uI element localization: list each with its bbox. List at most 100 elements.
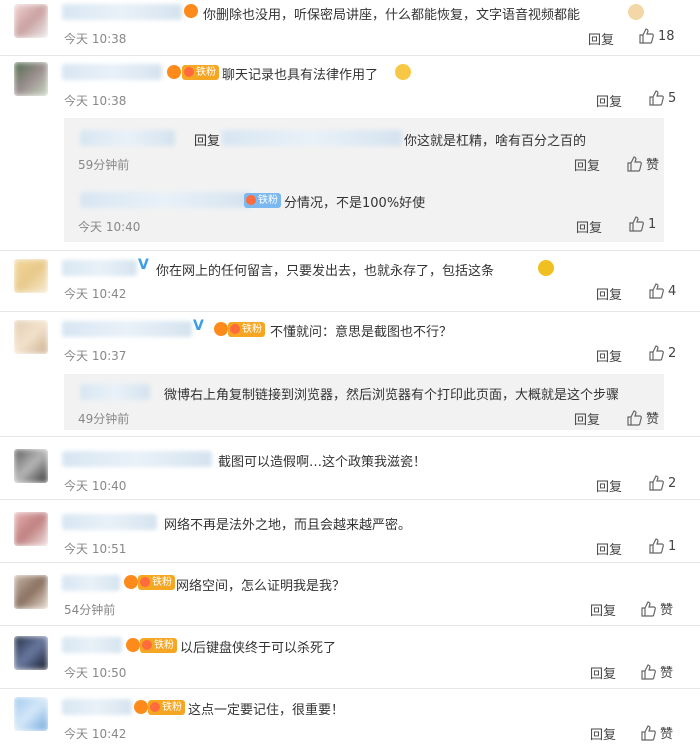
- smile-emoji-icon: [395, 64, 411, 80]
- reply-button[interactable]: 回复: [574, 409, 600, 428]
- comment-list: 你删除也没用，听保密局讲座，什么都能恢复，文字语音视频都能 今天 10:38 回…: [0, 0, 700, 755]
- username[interactable]: [62, 321, 192, 337]
- like-button[interactable]: 4: [648, 283, 676, 299]
- comment-time: 今天 10:37: [64, 349, 127, 363]
- comment-time: 今天 10:38: [64, 32, 127, 46]
- comment-text: 以后键盘侠终于可以杀死了: [180, 641, 337, 656]
- thumb-up-icon: [639, 28, 654, 44]
- like-button[interactable]: 赞: [640, 662, 673, 681]
- comment-time: 54分钟前: [64, 603, 116, 617]
- comment-time: 今天 10:42: [64, 287, 127, 301]
- reply-button[interactable]: 回复: [574, 155, 600, 174]
- comment-text: 你删除也没用，听保密局讲座，什么都能恢复，文字语音视频都能: [203, 8, 581, 23]
- hands-emoji-icon: [628, 4, 644, 20]
- username[interactable]: [62, 575, 120, 591]
- comment-item: V 你在网上的任何留言，只要发出去，也就永存了，包括这条 今天 10:42 回复…: [0, 251, 700, 312]
- like-label: 赞: [660, 603, 674, 618]
- reply-thread: 微博右上角复制链接到浏览器，然后浏览器有个打印此页面，大概就是这个步骤 49分钟…: [64, 374, 664, 430]
- reply-prefix: 回复: [194, 134, 221, 149]
- username[interactable]: [62, 451, 212, 467]
- username[interactable]: [62, 4, 182, 20]
- reply-time: 今天 10:40: [78, 220, 141, 234]
- reply-button[interactable]: 回复: [590, 600, 616, 619]
- thumb-up-icon: [649, 475, 664, 491]
- like-count: 2: [668, 475, 677, 491]
- comment-time: 今天 10:51: [64, 542, 127, 556]
- like-button[interactable]: 赞: [626, 408, 659, 427]
- comment-item: 铁粉 网络空间，怎么证明我是我？ 54分钟前 回复 赞: [0, 563, 700, 626]
- like-label: 赞: [660, 666, 674, 681]
- comment-time: 今天 10:40: [64, 479, 127, 493]
- like-count: 2: [668, 345, 677, 361]
- reply-button[interactable]: 回复: [576, 217, 602, 236]
- username[interactable]: [62, 64, 162, 80]
- avatar[interactable]: [14, 259, 48, 293]
- fan-badge: 铁粉: [138, 575, 175, 590]
- comment-text: 这点一定要记住，很重要！: [188, 703, 345, 718]
- comment-item: 网络不再是法外之地，而且会越来越严密。 今天 10:51 回复 1: [0, 500, 700, 563]
- reply-thread: 回复 你这就是杠精，啥有百分之百的 59分钟前 回复 赞 铁粉 分情况，不是10…: [64, 118, 664, 242]
- reply-text: 分情况，不是100%好使: [284, 196, 426, 211]
- reply-button[interactable]: 回复: [596, 539, 622, 558]
- like-count: 4: [668, 283, 677, 299]
- reply-username[interactable]: [80, 384, 150, 400]
- reply-time: 59分钟前: [78, 158, 130, 172]
- like-button[interactable]: 5: [648, 90, 676, 106]
- like-button[interactable]: 1: [648, 538, 676, 554]
- like-button[interactable]: 赞: [640, 599, 673, 618]
- crown-badge-icon: [124, 575, 138, 589]
- fan-badge: 铁粉: [228, 322, 265, 337]
- username[interactable]: [62, 637, 122, 653]
- thumb-up-icon: [629, 216, 644, 232]
- like-button[interactable]: 18: [638, 28, 675, 44]
- comment-item: 铁粉 这点一定要记住，很重要！ 今天 10:42 回复 赞: [0, 689, 700, 755]
- like-button[interactable]: 2: [648, 345, 676, 361]
- reply-button[interactable]: 回复: [596, 346, 622, 365]
- crown-badge-icon: [184, 4, 198, 18]
- avatar[interactable]: [14, 636, 48, 670]
- like-label: 赞: [646, 412, 660, 427]
- comment-time: 今天 10:50: [64, 666, 127, 680]
- avatar[interactable]: [14, 62, 48, 96]
- verified-v-icon: V: [193, 318, 204, 334]
- avatar[interactable]: [14, 512, 48, 546]
- reply-button[interactable]: 回复: [596, 476, 622, 495]
- crown-badge-icon: [214, 322, 228, 336]
- avatar[interactable]: [14, 575, 48, 609]
- like-label: 赞: [660, 727, 674, 742]
- like-button[interactable]: 赞: [626, 154, 659, 173]
- thumb-up-icon: [627, 155, 642, 172]
- reply-button[interactable]: 回复: [596, 284, 622, 303]
- avatar[interactable]: [14, 4, 48, 38]
- reply-button[interactable]: 回复: [596, 91, 622, 110]
- comment-text: 不懂就问：意思是截图也不行？: [270, 325, 453, 340]
- comment-text: 聊天记录也具有法律作用了: [222, 68, 379, 83]
- reply-button[interactable]: 回复: [590, 724, 616, 743]
- like-button[interactable]: 2: [648, 475, 676, 491]
- reply-button[interactable]: 回复: [588, 29, 614, 48]
- comment-text: 网络空间，怎么证明我是我？: [176, 579, 346, 594]
- reply-target-username[interactable]: [222, 130, 402, 146]
- reply-username[interactable]: [80, 192, 250, 208]
- like-button[interactable]: 1: [628, 216, 656, 232]
- thumb-up-icon: [641, 663, 656, 680]
- like-label: 赞: [646, 158, 660, 173]
- avatar[interactable]: [14, 449, 48, 483]
- avatar[interactable]: [14, 697, 48, 731]
- reply-username[interactable]: [80, 130, 175, 146]
- reply-time: 49分钟前: [78, 412, 130, 426]
- username[interactable]: [62, 514, 157, 530]
- verified-v-icon: V: [138, 257, 149, 273]
- username[interactable]: [62, 699, 132, 715]
- reply-text: 你这就是杠精，啥有百分之百的: [404, 134, 587, 149]
- thumb-up-icon: [649, 90, 664, 106]
- like-button[interactable]: 赞: [640, 723, 673, 742]
- thumb-up-icon: [641, 600, 656, 617]
- comment-item: V 铁粉 不懂就问：意思是截图也不行？ 今天 10:37 回复 2 微博右上角复…: [0, 312, 700, 437]
- username[interactable]: [62, 260, 137, 276]
- comment-item: 铁粉 聊天记录也具有法律作用了 今天 10:38 回复 5 回复 你这就是杠精，…: [0, 56, 700, 251]
- thumb-up-icon: [641, 724, 656, 741]
- reply-button[interactable]: 回复: [590, 663, 616, 682]
- avatar[interactable]: [14, 320, 48, 354]
- fan-badge: 铁粉: [140, 638, 177, 653]
